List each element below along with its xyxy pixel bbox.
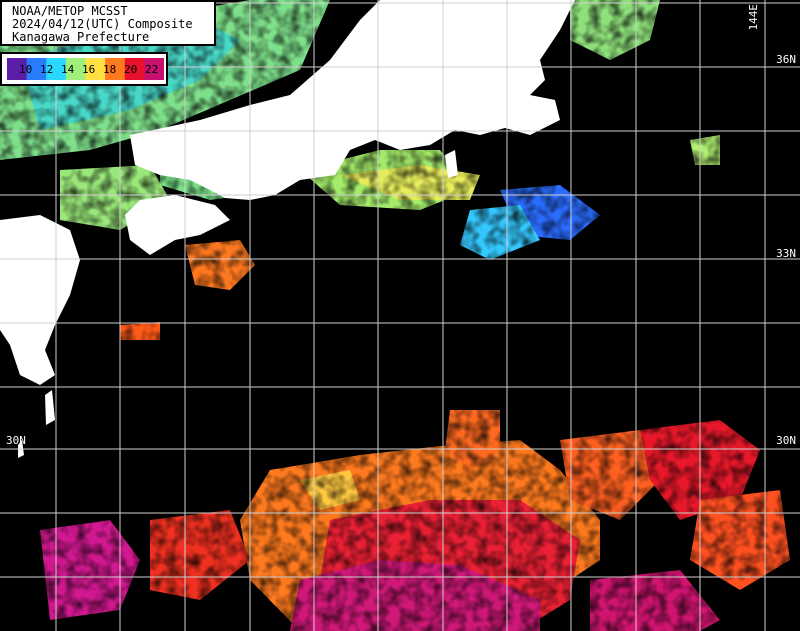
lat-label-36n: 36N	[776, 53, 796, 66]
legend-label-18: 18	[103, 63, 117, 76]
legend-label-10: 10	[19, 63, 33, 76]
lat-label-30n-left: 30N	[6, 434, 26, 447]
legend-labels: 10 12 14 16 18 20 22	[7, 63, 164, 77]
title-box: NOAA/METOP MCSST 2024/04/12(UTC) Composi…	[0, 0, 216, 46]
title-line-3: Kanagawa Prefecture	[12, 30, 150, 44]
legend-label-22: 22	[145, 63, 159, 76]
legend-label-12: 12	[40, 63, 54, 76]
map-canvas	[0, 0, 800, 631]
lon-label-144e: 144E	[747, 4, 760, 31]
lat-label-30n-right: 30N	[776, 434, 796, 447]
temperature-legend: 10 12 14 16 18 20 22	[0, 52, 168, 86]
legend-label-20: 20	[124, 63, 138, 76]
legend-label-14: 14	[61, 63, 75, 76]
lat-label-33n: 33N	[776, 247, 796, 260]
legend-label-16: 16	[82, 63, 96, 76]
sst-map: NOAA/METOP MCSST 2024/04/12(UTC) Composi…	[0, 0, 800, 631]
